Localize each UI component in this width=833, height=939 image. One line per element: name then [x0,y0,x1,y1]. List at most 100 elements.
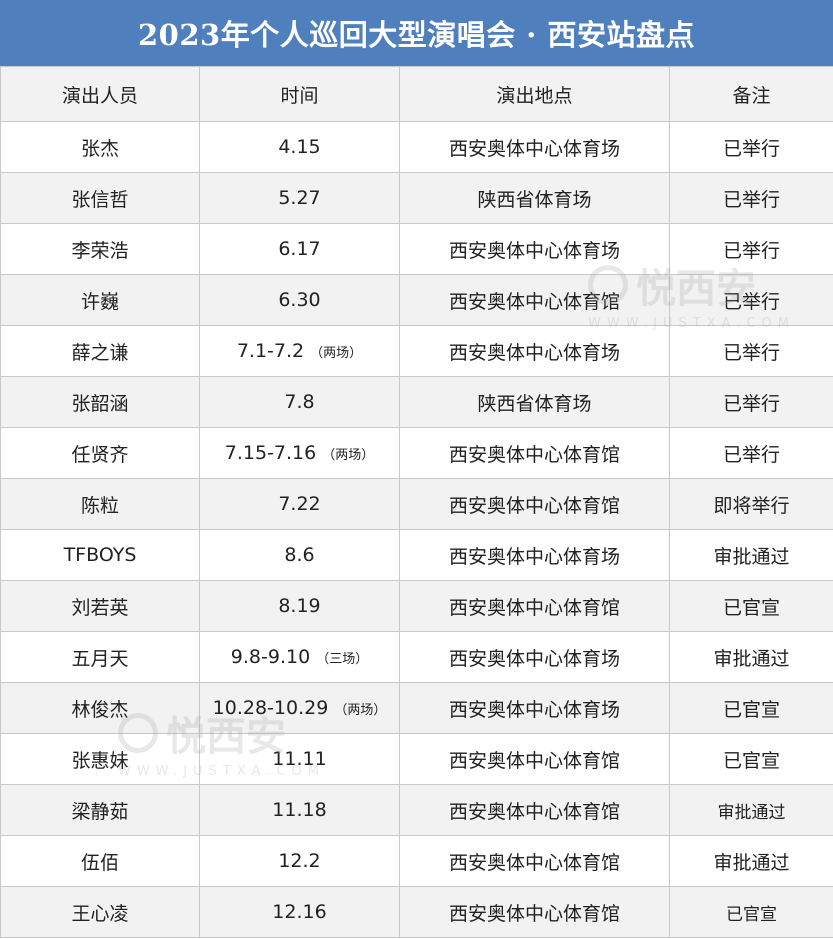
date-cell: 8.6 [199,529,400,581]
date-note: （两场） [322,448,375,463]
artist-cell: 许巍 [0,274,200,326]
date-cell: 7.15-7.16 （两场） [199,427,400,479]
artist-cell: 五月天 [0,631,200,683]
status-cell: 审批通过 [669,835,833,887]
date-value: 11.11 [272,748,327,770]
venue-cell: 西安奥体中心体育馆 [399,733,670,785]
status-cell: 已官宣 [669,733,833,785]
date-cell: 11.11 [199,733,400,785]
date-value: 12.2 [278,850,321,872]
date-cell: 12.16 [199,886,400,938]
venue-cell: 西安奥体中心体育馆 [399,835,670,887]
date-cell: 7.8 [199,376,400,428]
table-row: 梁静茹 11.18 西安奥体中心体育馆 审批通过 [0,784,833,836]
column-header-artist: 演出人员 [0,66,200,122]
table-row: 张信哲 5.27 陕西省体育场 已举行 [0,172,833,224]
artist-cell: 张信哲 [0,172,200,224]
date-value: 8.6 [284,544,315,566]
table-row: 张杰 4.15 西安奥体中心体育场 已举行 [0,121,833,173]
table-row: TFBOYS 8.6 西安奥体中心体育场 审批通过 [0,529,833,581]
column-header-venue: 演出地点 [399,66,670,122]
date-value: 6.30 [278,289,321,311]
status-cell: 已举行 [669,121,833,173]
table-row: 张韶涵 7.8 陕西省体育场 已举行 [0,376,833,428]
date-value: 11.18 [272,799,327,821]
artist-cell: 张惠妹 [0,733,200,785]
venue-cell: 西安奥体中心体育馆 [399,478,670,530]
date-cell: 6.30 [199,274,400,326]
venue-cell: 陕西省体育场 [399,376,670,428]
venue-cell: 西安奥体中心体育场 [399,682,670,734]
venue-cell: 西安奥体中心体育场 [399,121,670,173]
status-cell: 已举行 [669,427,833,479]
status-cell: 已举行 [669,325,833,377]
artist-cell: 张韶涵 [0,376,200,428]
status-cell: 即将举行 [669,478,833,530]
date-value: 7.8 [284,391,315,413]
venue-cell: 西安奥体中心体育场 [399,223,670,275]
date-value: 8.19 [278,595,321,617]
date-cell: 9.8-9.10 （三场） [199,631,400,683]
date-value: 7.15-7.16 [224,442,317,464]
status-cell: 已举行 [669,274,833,326]
date-value: 6.17 [278,238,321,260]
status-cell: 已举行 [669,172,833,224]
status-cell: 已举行 [669,223,833,275]
artist-cell: 陈粒 [0,478,200,530]
table-row: 陈粒 7.22 西安奥体中心体育馆 即将举行 [0,478,833,530]
status-cell: 已官宣 [669,886,833,938]
date-note: （两场） [334,703,387,718]
table-row: 许巍 6.30 西安奥体中心体育馆 已举行 [0,274,833,326]
table-row: 王心凌 12.16 西安奥体中心体育馆 已官宣 [0,886,833,938]
date-cell: 5.27 [199,172,400,224]
date-cell: 12.2 [199,835,400,887]
venue-cell: 陕西省体育场 [399,172,670,224]
date-cell: 8.19 [199,580,400,632]
date-value: 5.27 [278,187,321,209]
venue-cell: 西安奥体中心体育场 [399,529,670,581]
table-row: 五月天 9.8-9.10 （三场） 西安奥体中心体育场 审批通过 [0,631,833,683]
date-value: 4.15 [278,136,321,158]
table-row: 李荣浩 6.17 西安奥体中心体育场 已举行 [0,223,833,275]
status-cell: 已举行 [669,376,833,428]
status-cell: 审批通过 [669,784,833,836]
artist-cell: 薛之谦 [0,325,200,377]
artist-cell: 伍佰 [0,835,200,887]
concert-table-wrapper: 演出人员 时间 演出地点 备注 张杰 4.15 西安奥体中心体育场 已举行 张信哲 5.2… [0,66,833,938]
table-row: 张惠妹 11.11 西安奥体中心体育馆 已官宣 [0,733,833,785]
column-header-date: 时间 [199,66,400,122]
artist-cell: 王心凌 [0,886,200,938]
date-cell: 7.22 [199,478,400,530]
table-header-row: 演出人员 时间 演出地点 备注 [0,66,833,122]
date-value: 12.16 [272,901,327,923]
venue-cell: 西安奥体中心体育馆 [399,580,670,632]
artist-cell: 林俊杰 [0,682,200,734]
venue-cell: 西安奥体中心体育馆 [399,784,670,836]
date-note: （三场） [316,652,369,667]
page-title: 2023年个人巡回大型演唱会 · 西安站盘点 [0,0,833,66]
date-value: 7.1-7.2 [236,340,305,362]
table-row: 任贤齐 7.15-7.16 （两场） 西安奥体中心体育馆 已举行 [0,427,833,479]
artist-cell: TFBOYS [0,529,200,581]
venue-cell: 西安奥体中心体育馆 [399,886,670,938]
artist-cell: 张杰 [0,121,200,173]
date-cell: 10.28-10.29 （两场） [199,682,400,734]
table-row: 刘若英 8.19 西安奥体中心体育馆 已官宣 [0,580,833,632]
date-value: 7.22 [278,493,321,515]
table-row: 薛之谦 7.1-7.2 （两场） 西安奥体中心体育场 已举行 [0,325,833,377]
status-cell: 已官宣 [669,682,833,734]
concert-table: 演出人员 时间 演出地点 备注 张杰 4.15 西安奥体中心体育场 已举行 张信哲 5.2… [0,66,833,938]
venue-cell: 西安奥体中心体育馆 [399,274,670,326]
artist-cell: 任贤齐 [0,427,200,479]
date-note: （两场） [310,346,363,361]
artist-cell: 梁静茹 [0,784,200,836]
status-cell: 已官宣 [669,580,833,632]
date-cell: 4.15 [199,121,400,173]
venue-cell: 西安奥体中心体育场 [399,325,670,377]
date-value: 10.28-10.29 [212,697,329,719]
date-cell: 7.1-7.2 （两场） [199,325,400,377]
venue-cell: 西安奥体中心体育馆 [399,427,670,479]
date-cell: 6.17 [199,223,400,275]
artist-cell: 刘若英 [0,580,200,632]
status-cell: 审批通过 [669,631,833,683]
